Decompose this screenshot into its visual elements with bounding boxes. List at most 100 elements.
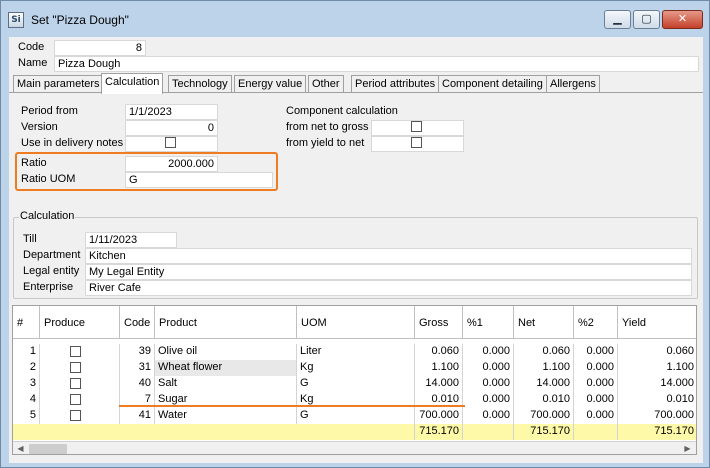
cell-p2[interactable]: 0.000 bbox=[574, 360, 618, 376]
cell-yield[interactable]: 1.100 bbox=[618, 360, 696, 376]
cell-uom[interactable]: Kg bbox=[297, 360, 415, 376]
tab-other[interactable]: Other bbox=[308, 75, 344, 93]
tab-period-attributes[interactable]: Period attributes bbox=[351, 75, 440, 93]
period-from-field[interactable]: 1/1/2023 bbox=[125, 104, 218, 120]
produce-checkbox[interactable] bbox=[70, 362, 81, 373]
produce-cell[interactable] bbox=[40, 392, 120, 408]
cell-code[interactable]: 41 bbox=[120, 408, 155, 424]
cell-p2[interactable]: 0.000 bbox=[574, 376, 618, 392]
cell-code[interactable]: 39 bbox=[120, 344, 155, 360]
col-header-code[interactable]: Code bbox=[120, 306, 155, 339]
maximize-button[interactable]: ▢ bbox=[633, 10, 660, 29]
delivery-notes-checkbox[interactable] bbox=[165, 137, 176, 148]
produce-checkbox[interactable] bbox=[70, 378, 81, 389]
total-gross: 715.170 bbox=[415, 424, 463, 440]
col-header-uom[interactable]: UOM bbox=[297, 306, 415, 339]
tab-main-parameters[interactable]: Main parameters bbox=[13, 75, 104, 93]
version-field[interactable]: 0 bbox=[125, 120, 218, 136]
cell-code[interactable]: 40 bbox=[120, 376, 155, 392]
legal-entity-field[interactable]: My Legal Entity bbox=[85, 264, 692, 280]
cell-yield[interactable]: 0.060 bbox=[618, 344, 696, 360]
cell-yield[interactable]: 14.000 bbox=[618, 376, 696, 392]
table-row[interactable]: 2 31 Wheat flower Kg 1.100 0.000 1.100 0.000 1.1… bbox=[13, 360, 696, 376]
produce-checkbox[interactable] bbox=[70, 410, 81, 421]
col-header-p2[interactable]: %2 bbox=[574, 306, 618, 339]
cell-uom[interactable]: G bbox=[297, 408, 415, 424]
cell-net[interactable]: 700.000 bbox=[514, 408, 574, 424]
scroll-left-icon[interactable]: ◀ bbox=[14, 443, 27, 454]
net-to-gross-checkbox[interactable] bbox=[411, 121, 422, 132]
col-header-yield[interactable]: Yield bbox=[618, 306, 696, 339]
name-field[interactable]: Pizza Dough bbox=[54, 56, 699, 72]
components-grid[interactable]: # Produce Code Product UOM Gross %1 Net … bbox=[12, 305, 697, 455]
col-header-gross[interactable]: Gross bbox=[415, 306, 463, 339]
cell-product[interactable]: Wheat flower bbox=[155, 360, 297, 376]
cell-product[interactable]: Water bbox=[155, 408, 297, 424]
scroll-right-icon[interactable]: ▶ bbox=[681, 443, 694, 454]
scroll-thumb[interactable] bbox=[29, 444, 67, 454]
tab-calculation[interactable]: Calculation bbox=[101, 73, 164, 94]
horizontal-scrollbar[interactable]: ◀ ▶ bbox=[13, 441, 696, 454]
department-field[interactable]: Kitchen bbox=[85, 248, 692, 264]
cell-gross[interactable]: 700.000 bbox=[415, 408, 463, 424]
col-header-num[interactable]: # bbox=[13, 306, 40, 339]
cell-p1[interactable]: 0.000 bbox=[463, 376, 514, 392]
cell-net[interactable]: 0.010 bbox=[514, 392, 574, 408]
cell-gross[interactable]: 14.000 bbox=[415, 376, 463, 392]
cell-net[interactable]: 1.100 bbox=[514, 360, 574, 376]
table-row[interactable]: 1 39 Olive oil Liter 0.060 0.000 0.060 0.000 0.0… bbox=[13, 344, 696, 360]
cell-code[interactable]: 31 bbox=[120, 360, 155, 376]
cell-yield[interactable]: 0.010 bbox=[618, 392, 696, 408]
version-label: Version bbox=[21, 121, 58, 133]
cell-product[interactable]: Salt bbox=[155, 376, 297, 392]
produce-cell[interactable] bbox=[40, 376, 120, 392]
enterprise-field[interactable]: River Cafe bbox=[85, 280, 692, 296]
produce-cell[interactable] bbox=[40, 360, 120, 376]
tab-energy-value[interactable]: Energy value bbox=[234, 75, 307, 93]
produce-checkbox[interactable] bbox=[70, 346, 81, 357]
cell-p2[interactable]: 0.000 bbox=[574, 408, 618, 424]
cell-num[interactable]: 3 bbox=[13, 376, 40, 392]
cell-num[interactable]: 1 bbox=[13, 344, 40, 360]
tab-strip: Main parameters Calculation Technology E… bbox=[9, 73, 703, 94]
cell-uom[interactable]: G bbox=[297, 376, 415, 392]
tab-allergens[interactable]: Allergens bbox=[546, 75, 600, 93]
till-field[interactable]: 1/11/2023 bbox=[85, 232, 177, 248]
code-field[interactable]: 8 bbox=[54, 40, 146, 56]
cell-product[interactable]: Olive oil bbox=[155, 344, 297, 360]
title-bar[interactable]: Si Set "Pizza Dough" ▁ ▢ ✕ bbox=[1, 1, 709, 37]
legal-entity-label: Legal entity bbox=[23, 265, 80, 277]
close-button[interactable]: ✕ bbox=[662, 10, 703, 29]
cell-uom[interactable]: Liter bbox=[297, 344, 415, 360]
produce-cell[interactable] bbox=[40, 344, 120, 360]
produce-cell[interactable] bbox=[40, 408, 120, 424]
cell-p1[interactable]: 0.000 bbox=[463, 360, 514, 376]
tab-technology[interactable]: Technology bbox=[168, 75, 232, 93]
minimize-button[interactable]: ▁ bbox=[604, 10, 631, 29]
yield-to-net-checkbox[interactable] bbox=[411, 137, 422, 148]
cell-num[interactable]: 5 bbox=[13, 408, 40, 424]
col-header-net[interactable]: Net bbox=[514, 306, 574, 339]
col-header-produce[interactable]: Produce bbox=[40, 306, 120, 339]
cell-gross[interactable]: 1.100 bbox=[415, 360, 463, 376]
cell-p1[interactable]: 0.000 bbox=[463, 344, 514, 360]
cell-p2[interactable]: 0.000 bbox=[574, 392, 618, 408]
cell-yield[interactable]: 700.000 bbox=[618, 408, 696, 424]
cell-num[interactable]: 4 bbox=[13, 392, 40, 408]
cell-net[interactable]: 0.060 bbox=[514, 344, 574, 360]
col-header-p1[interactable]: %1 bbox=[463, 306, 514, 339]
table-row[interactable]: 3 40 Salt G 14.000 0.000 14.000 0.000 14.000 bbox=[13, 376, 696, 392]
cell-net[interactable]: 14.000 bbox=[514, 376, 574, 392]
cell-p1[interactable]: 0.000 bbox=[463, 408, 514, 424]
cell-p2[interactable]: 0.000 bbox=[574, 344, 618, 360]
cell-p1[interactable]: 0.000 bbox=[463, 392, 514, 408]
till-label: Till bbox=[23, 233, 37, 245]
total-p1 bbox=[463, 424, 514, 440]
name-label: Name bbox=[18, 57, 48, 69]
cell-num[interactable]: 2 bbox=[13, 360, 40, 376]
cell-gross[interactable]: 0.060 bbox=[415, 344, 463, 360]
tab-component-detailing[interactable]: Component detailing bbox=[438, 75, 547, 93]
col-header-product[interactable]: Product bbox=[155, 306, 297, 339]
table-row[interactable]: 5 41 Water G 700.000 0.000 700.000 0.000 700.000 bbox=[13, 408, 696, 424]
produce-checkbox[interactable] bbox=[70, 394, 81, 405]
